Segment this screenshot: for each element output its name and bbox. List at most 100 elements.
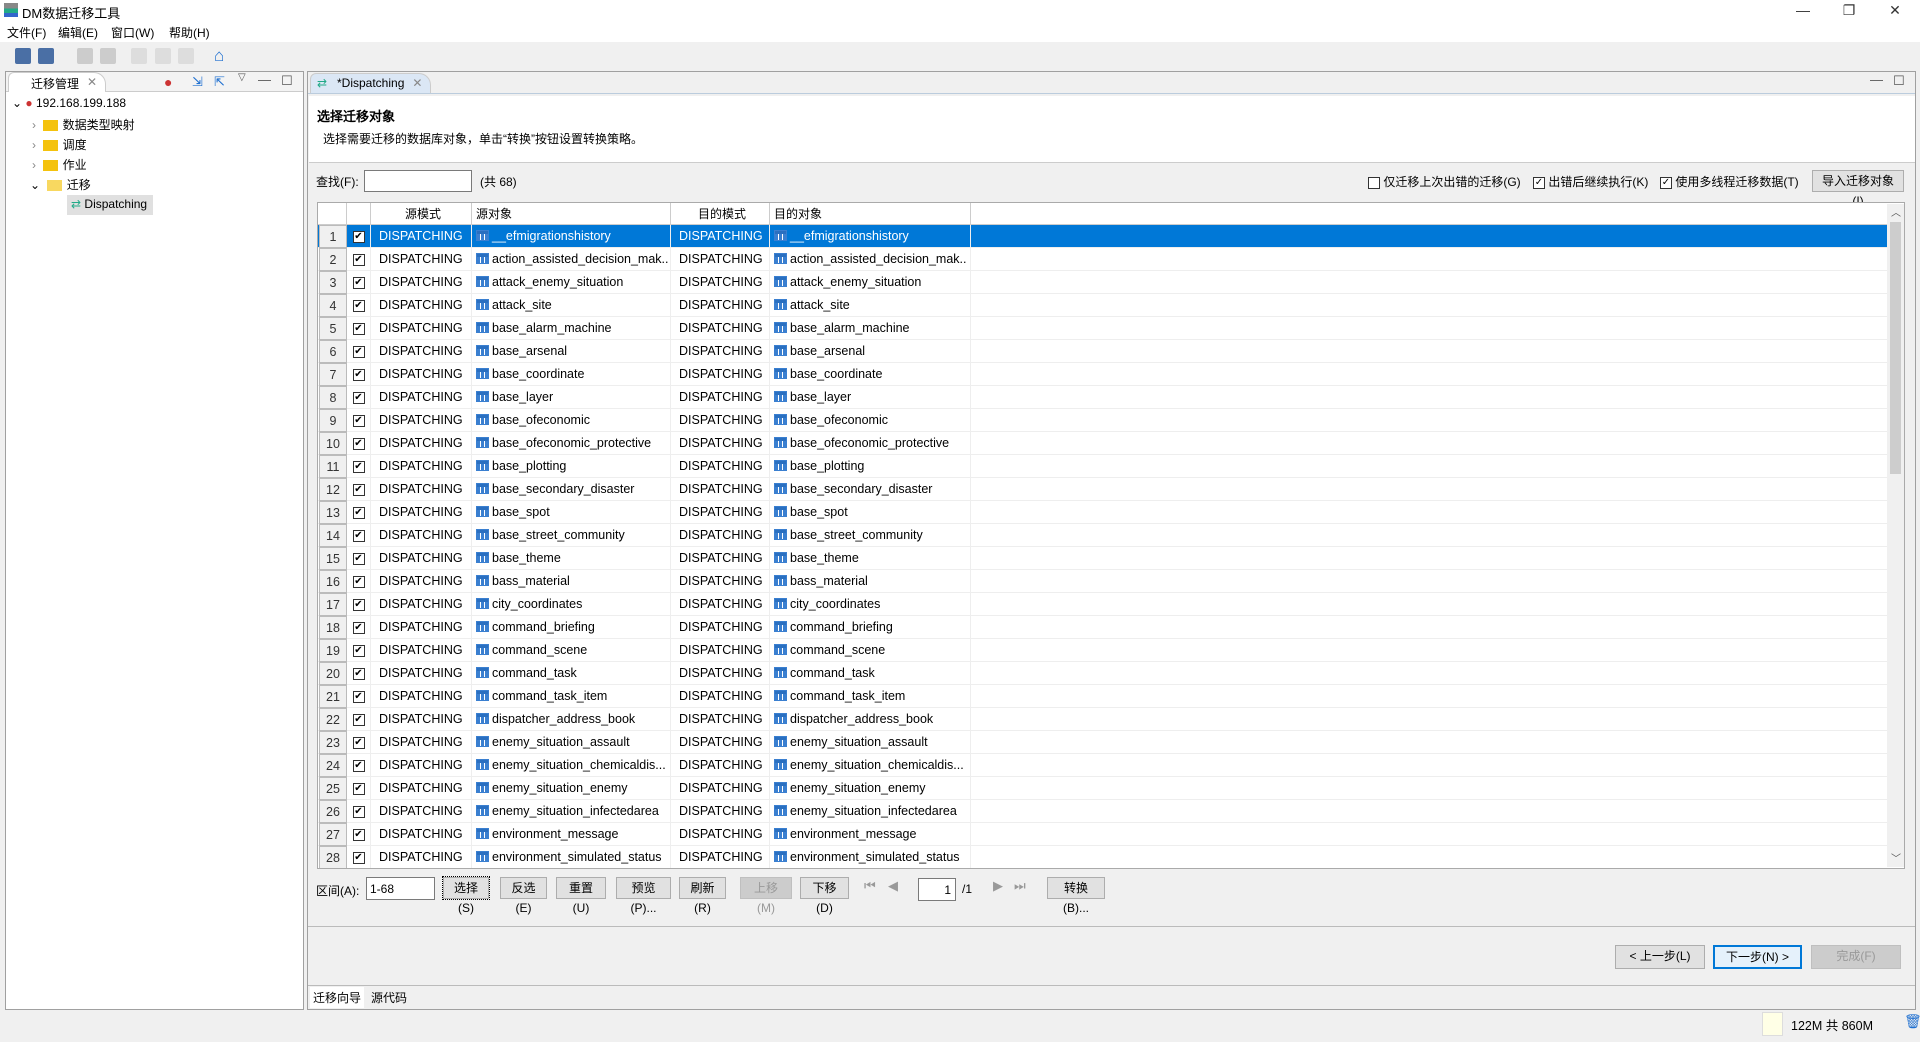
tree-item-migration[interactable]: ⌄ 迁移 [30, 176, 91, 196]
redo-icon[interactable] [100, 48, 116, 64]
checkbox-checked-icon[interactable]: ✔ [352, 690, 365, 703]
tree-item-schedule[interactable]: › 调度 [32, 136, 87, 156]
checkbox-checked-icon[interactable]: ✔ [352, 621, 365, 634]
row-checkbox[interactable]: ✔ [347, 570, 371, 593]
menu-help[interactable]: 帮助(H) [169, 24, 210, 41]
minimize-editor-icon[interactable]: — [1870, 72, 1883, 87]
page-input[interactable] [918, 878, 956, 901]
tree-root[interactable]: ⌄ ● 192.168.199.188 [12, 96, 126, 116]
table-row[interactable]: 8 ✔ DISPATCHING base_layer DISPATCHING base_l… [318, 386, 1888, 409]
finish-button[interactable]: 完成(F) [1811, 945, 1901, 969]
table-row[interactable]: 21 ✔ DISPATCHING command_task_item DISPATCHI… [318, 685, 1888, 708]
menu-window[interactable]: 窗口(W) [111, 24, 154, 41]
database-icon[interactable]: ● [164, 74, 172, 90]
checkbox-checked-icon[interactable]: ✔ [352, 644, 365, 657]
home-icon[interactable]: ⌂ [214, 46, 224, 66]
table-row[interactable]: 28 ✔ DISPATCHING environment_simulated_stat… [318, 846, 1888, 868]
option-only-failed[interactable]: 仅迁移上次出错的迁移(G) [1368, 173, 1521, 190]
checkbox-checked-icon[interactable]: ✔ [352, 345, 365, 358]
table-row[interactable]: 17 ✔ DISPATCHING city_coordinates DISPATCHIN… [318, 593, 1888, 616]
row-checkbox[interactable]: ✔ [347, 777, 371, 800]
select-all-header[interactable] [347, 203, 371, 225]
export-icon[interactable]: ⇱ [214, 74, 225, 90]
row-checkbox[interactable]: ✔ [347, 455, 371, 478]
checkbox-checked-icon[interactable]: ✔ [352, 391, 365, 404]
first-page-icon[interactable]: ⏮ [864, 878, 876, 894]
tab-migration-wizard[interactable]: 迁移向导 [310, 987, 365, 1008]
col-source-schema[interactable]: 源模式 [371, 203, 472, 225]
table-row[interactable]: 23 ✔ DISPATCHING enemy_situation_assault DIS… [318, 731, 1888, 754]
next-page-icon[interactable]: ▶ [993, 878, 1003, 894]
action-button-4[interactable]: 刷新(R) [679, 877, 726, 915]
row-checkbox[interactable]: ✔ [347, 478, 371, 501]
checkbox-checked-icon[interactable]: ✔ [352, 230, 365, 243]
close-icon[interactable]: ✕ [87, 75, 97, 89]
minimize-button[interactable]: — [1780, 0, 1826, 22]
checkbox-checked-icon[interactable]: ✔ [352, 851, 365, 864]
row-checkbox[interactable]: ✔ [347, 248, 371, 271]
tab-dispatching[interactable]: ⇄ *Dispatching ✕ [310, 73, 432, 93]
table-row[interactable]: 6 ✔ DISPATCHING base_arsenal DISPATCHING base… [318, 340, 1888, 363]
copy-icon[interactable] [155, 48, 171, 64]
vertical-scrollbar[interactable]: ︿ ﹀ [1887, 204, 1904, 867]
checkbox-checked-icon[interactable]: ✔ [352, 253, 365, 266]
table-row[interactable]: 1 ✔ DISPATCHING __efmigrationshistory DISPAT… [318, 225, 1888, 248]
menu-file[interactable]: 文件(F) [7, 24, 46, 41]
paste-icon[interactable] [178, 48, 194, 64]
table-row[interactable]: 9 ✔ DISPATCHING base_ofeconomic DISPATCHING b… [318, 409, 1888, 432]
next-step-button[interactable]: 下一步(N) > [1713, 945, 1802, 969]
table-row[interactable]: 12 ✔ DISPATCHING base_secondary_disaster DIS… [318, 478, 1888, 501]
table-row[interactable]: 5 ✔ DISPATCHING base_alarm_machine DISPATCHI… [318, 317, 1888, 340]
table-row[interactable]: 4 ✔ DISPATCHING attack_site DISPATCHING attac… [318, 294, 1888, 317]
menu-edit[interactable]: 编辑(E) [58, 24, 98, 41]
close-icon[interactable]: ✕ [412, 76, 422, 90]
tab-source-code[interactable]: 源代码 [368, 987, 410, 1008]
convert-button[interactable]: 转换(B)... [1047, 877, 1105, 915]
option-multithread[interactable]: ✓ 使用多线程迁移数据(T) [1660, 173, 1799, 190]
import-objects-button[interactable]: 导入迁移对象(I) [1812, 170, 1904, 208]
tab-migration-manager[interactable]: 迁移管理 ✕ [8, 72, 107, 92]
minimize-view-icon[interactable]: — [258, 72, 271, 87]
row-checkbox[interactable]: ✔ [347, 616, 371, 639]
action-button-1[interactable]: 反选(E) [500, 877, 547, 915]
row-checkbox[interactable]: ✔ [347, 754, 371, 777]
cut-icon[interactable] [131, 48, 147, 64]
checkbox-checked-icon[interactable]: ✔ [352, 460, 365, 473]
table-row[interactable]: 16 ✔ DISPATCHING bass_material DISPATCHING ba… [318, 570, 1888, 593]
row-checkbox[interactable]: ✔ [347, 294, 371, 317]
maximize-editor-icon[interactable]: ☐ [1893, 73, 1905, 89]
checkbox-checked-icon[interactable]: ✔ [352, 322, 365, 335]
checkbox-checked-icon[interactable]: ✔ [352, 736, 365, 749]
action-button-3[interactable]: 预览(P)... [616, 877, 671, 915]
view-menu-icon[interactable]: ▽ [238, 72, 246, 83]
table-row[interactable]: 3 ✔ DISPATCHING attack_enemy_situation DISPA… [318, 271, 1888, 294]
checkbox-checked-icon[interactable]: ✔ [352, 299, 365, 312]
col-target-schema[interactable]: 目的模式 [671, 203, 770, 225]
row-checkbox[interactable]: ✔ [347, 317, 371, 340]
row-checkbox[interactable]: ✔ [347, 708, 371, 731]
checkbox-checked-icon[interactable]: ✔ [352, 414, 365, 427]
save-all-icon[interactable] [38, 48, 54, 64]
checkbox-checked-icon[interactable]: ✔ [352, 667, 365, 680]
row-checkbox[interactable]: ✔ [347, 662, 371, 685]
search-input[interactable] [364, 170, 472, 192]
row-checkbox[interactable]: ✔ [347, 731, 371, 754]
table-row[interactable]: 26 ✔ DISPATCHING enemy_situation_infectedar… [318, 800, 1888, 823]
row-checkbox[interactable]: ✔ [347, 271, 371, 294]
undo-icon[interactable] [77, 48, 93, 64]
checkbox-checked-icon[interactable]: ✔ [352, 529, 365, 542]
row-checkbox[interactable]: ✔ [347, 363, 371, 386]
row-checkbox[interactable]: ✔ [347, 547, 371, 570]
checkbox-checked-icon[interactable]: ✔ [352, 437, 365, 450]
row-checkbox[interactable]: ✔ [347, 409, 371, 432]
table-row[interactable]: 20 ✔ DISPATCHING command_task DISPATCHING com… [318, 662, 1888, 685]
save-icon[interactable] [15, 48, 31, 64]
table-row[interactable]: 14 ✔ DISPATCHING base_street_community DISPA… [318, 524, 1888, 547]
action-button-6[interactable]: 下移(D) [800, 877, 849, 915]
maximize-view-icon[interactable]: ☐ [281, 73, 293, 89]
scrollbar-thumb[interactable] [1890, 222, 1901, 474]
row-checkbox[interactable]: ✔ [347, 386, 371, 409]
table-row[interactable]: 25 ✔ DISPATCHING enemy_situation_enemy DISPA… [318, 777, 1888, 800]
tree-item-type-mapping[interactable]: › 数据类型映射 [32, 116, 135, 136]
row-checkbox[interactable]: ✔ [347, 639, 371, 662]
